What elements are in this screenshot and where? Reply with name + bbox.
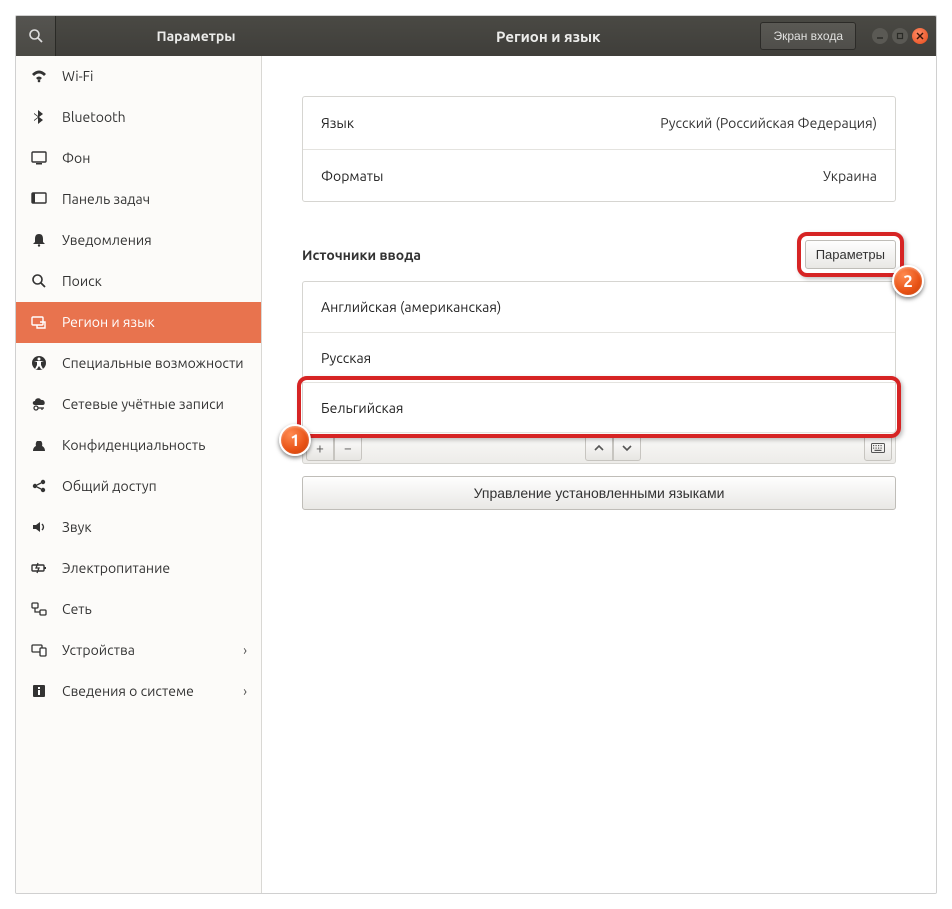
sidebar-item-label: Уведомления (62, 232, 247, 248)
sidebar-item-privacy[interactable]: Конфиденциальность (16, 425, 261, 466)
chevron-up-icon (594, 440, 604, 456)
wifi-icon (30, 67, 48, 85)
info-icon (30, 682, 48, 700)
minus-icon: − (344, 440, 352, 456)
desktop-icon (30, 149, 48, 167)
sidebar-item-label: Сетевые учётные записи (62, 396, 247, 412)
sidebar-item-background[interactable]: Фон (16, 138, 261, 179)
bell-icon (30, 231, 48, 249)
input-source-label: Английская (американская) (321, 299, 501, 315)
move-down-button[interactable] (613, 435, 641, 461)
share-icon (30, 477, 48, 495)
power-icon (30, 559, 48, 577)
maximize-icon[interactable] (892, 28, 908, 44)
sidebar-item-sound[interactable]: Звук (16, 507, 261, 548)
region-icon (30, 313, 48, 331)
login-screen-button[interactable]: Экран входа (760, 22, 856, 50)
keyboard-layout-button[interactable] (864, 435, 892, 461)
dock-icon (30, 190, 48, 208)
bluetooth-icon (30, 108, 48, 126)
sidebar-item-online-accounts[interactable]: Сетевые учётные записи (16, 384, 261, 425)
back-title[interactable]: Параметры (56, 28, 336, 44)
page-title: Регион и язык (336, 28, 760, 45)
sidebar-item-label: Устройства (62, 642, 229, 658)
input-source-options-button[interactable]: Параметры (805, 240, 896, 269)
cloud-key-icon (30, 395, 48, 413)
privacy-icon (30, 436, 48, 454)
input-sources-list: Английская (американская) Русская Бельги… (302, 281, 896, 433)
window-controls (864, 28, 936, 44)
row-label: Форматы (321, 168, 383, 184)
sidebar-item-label: Wi-Fi (62, 68, 247, 84)
sound-icon (30, 518, 48, 536)
sidebar-item-label: Электропитание (62, 560, 247, 576)
input-sources-toolbar: + − (302, 432, 896, 464)
sidebar-item-sharing[interactable]: Общий доступ (16, 466, 261, 507)
sidebar-item-wifi[interactable]: Wi-Fi (16, 56, 261, 97)
sidebar-item-label: Поиск (62, 273, 247, 289)
sidebar-item-label: Звук (62, 519, 247, 535)
sidebar-item-label: Регион и язык (62, 314, 247, 330)
sidebar-item-search[interactable]: Поиск (16, 261, 261, 302)
sidebar-item-network[interactable]: Сеть (16, 589, 261, 630)
language-formats-box: Язык Русский (Российская Федерация) Форм… (302, 96, 896, 202)
row-value: Русский (Российская Федерация) (354, 115, 877, 131)
row-label: Язык (321, 115, 354, 131)
devices-icon (30, 641, 48, 659)
input-sources-header: Источники ввода Параметры (302, 240, 896, 269)
input-sources-heading: Источники ввода (302, 247, 805, 263)
sidebar-item-power[interactable]: Электропитание (16, 548, 261, 589)
minimize-icon[interactable] (872, 28, 888, 44)
sidebar-item-about[interactable]: Сведения о системе › (16, 671, 261, 712)
manage-languages-button[interactable]: Управление установленными языками (302, 476, 896, 510)
move-up-button[interactable] (585, 435, 613, 461)
sidebar-item-dock[interactable]: Панель задач (16, 179, 261, 220)
annotation-badge-2: 2 (892, 265, 924, 297)
add-button[interactable]: + (306, 435, 334, 461)
sidebar-item-label: Сеть (62, 601, 247, 617)
language-row[interactable]: Язык Русский (Российская Федерация) (303, 97, 895, 149)
keyboard-icon (871, 440, 885, 456)
accessibility-icon (30, 354, 48, 372)
input-source-item[interactable]: Русская (303, 332, 895, 382)
sidebar-item-devices[interactable]: Устройства › (16, 630, 261, 671)
sidebar-item-label: Сведения о системе (62, 683, 229, 699)
sidebar-item-notifications[interactable]: Уведомления (16, 220, 261, 261)
row-value: Украина (383, 168, 877, 184)
sidebar-item-label: Специальные возможности (62, 355, 247, 371)
close-icon[interactable] (912, 28, 928, 44)
sidebar-item-label: Панель задач (62, 191, 247, 207)
input-source-label: Русская (321, 350, 371, 366)
sidebar: Wi-Fi Bluetooth Фон Панель задач Уведомл… (16, 56, 262, 893)
input-source-label: Бельгийская (321, 400, 403, 416)
search-icon-button[interactable] (16, 16, 56, 56)
sidebar-item-label: Фон (62, 150, 247, 166)
sidebar-item-label: Общий доступ (62, 478, 247, 494)
sidebar-item-region[interactable]: Регион и язык (16, 302, 261, 343)
titlebar: Параметры Регион и язык Экран входа (16, 16, 936, 56)
remove-button[interactable]: − (334, 435, 362, 461)
input-source-item[interactable]: Английская (американская) (303, 282, 895, 332)
sidebar-item-label: Конфиденциальность (62, 437, 247, 453)
sidebar-item-bluetooth[interactable]: Bluetooth (16, 97, 261, 138)
chevron-right-icon: › (243, 642, 247, 658)
search-icon (30, 272, 48, 290)
chevron-right-icon: › (243, 683, 247, 699)
main-content: Язык Русский (Российская Федерация) Форм… (262, 56, 936, 893)
search-icon (28, 28, 44, 44)
chevron-down-icon (622, 440, 632, 456)
sidebar-item-label: Bluetooth (62, 109, 247, 125)
formats-row[interactable]: Форматы Украина (303, 149, 895, 201)
sidebar-item-accessibility[interactable]: Специальные возможности (16, 343, 261, 384)
input-source-item[interactable]: Бельгийская (303, 382, 895, 432)
network-icon (30, 600, 48, 618)
plus-icon: + (316, 440, 324, 456)
